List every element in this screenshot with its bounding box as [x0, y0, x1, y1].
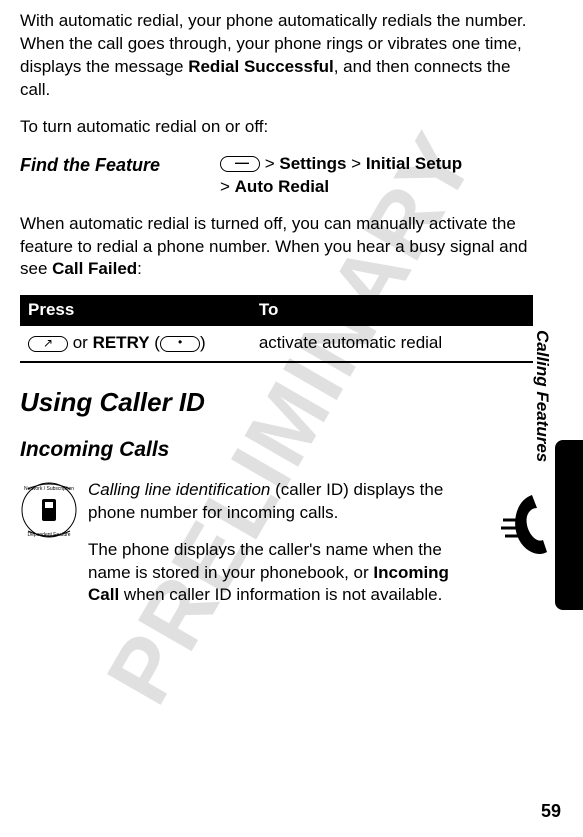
path-initial-setup: Initial Setup [366, 154, 462, 173]
menu-key-icon [220, 156, 260, 172]
text-or: or [68, 333, 93, 352]
side-tab [555, 440, 583, 610]
text-call-failed: Call Failed [52, 259, 137, 278]
text-close-paren: ) [200, 333, 206, 352]
path-settings: Settings [279, 154, 346, 173]
page-number: 59 [541, 799, 561, 823]
text-retry: RETRY [93, 333, 150, 352]
heading-using-caller-id: Using Caller ID [20, 385, 533, 420]
path-sep: > [220, 177, 235, 196]
text-redial-successful: Redial Successful [188, 57, 334, 76]
paragraph-toggle-intro: To turn automatic redial on or off: [20, 116, 533, 139]
table-row: or RETRY () activate automatic redial [20, 326, 533, 362]
paragraph-redial-intro: With automatic redial, your phone automa… [20, 10, 533, 102]
find-feature-label: Find the Feature [20, 153, 220, 177]
side-section-label: Calling Features [530, 330, 553, 462]
text-span: when caller ID information is not availa… [119, 585, 442, 604]
press-to-table: Press To or RETRY () activate automatic … [20, 295, 533, 363]
table-header-row: Press To [20, 295, 533, 326]
send-key-icon [28, 336, 68, 352]
text-open-paren: ( [150, 333, 160, 352]
soft-key-icon [160, 336, 200, 352]
path-sep: > [346, 154, 365, 173]
find-feature-row: Find the Feature > Settings > Initial Se… [20, 153, 533, 199]
paragraph-manual-redial: When automatic redial is turned off, you… [20, 213, 533, 282]
feature-path: > Settings > Initial Setup > Auto Redial [220, 153, 533, 199]
col-to: To [251, 295, 533, 326]
text-calling-line-id: Calling line identification [88, 480, 270, 499]
cell-press: or RETRY () [20, 326, 251, 362]
paragraph-caller-id-2: The phone displays the caller's name whe… [88, 539, 533, 608]
paragraph-caller-id-1: Calling line identification (caller ID) … [88, 479, 533, 525]
network-feature-icon: Network / Subscription Dependent Feature [20, 481, 78, 539]
svg-text:Network / Subscription: Network / Subscription [24, 486, 74, 492]
path-auto-redial: Auto Redial [235, 177, 329, 196]
path-sep: > [260, 154, 279, 173]
col-press: Press [20, 295, 251, 326]
heading-incoming-calls: Incoming Calls [20, 436, 533, 464]
cell-to: activate automatic redial [251, 326, 533, 362]
svg-text:Dependent Feature: Dependent Feature [27, 532, 70, 538]
text-span: : [137, 259, 142, 278]
